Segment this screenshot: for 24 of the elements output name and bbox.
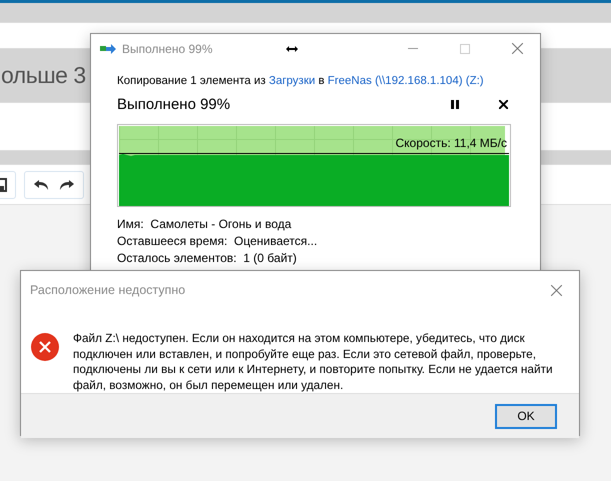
detail-line: Осталось элементов: 1 (0 байт) [117,251,298,265]
error-message: Файл Z:\ недоступен. Если он находится на этом компьютере, убедитесь, что диск подключен или вставлен, и попробуйте еще раз. Если это сетевой файл, проверьте, подключены ли вы к сети или к Интернету, и повторите попытку. Если не удается найти файл, возможно, он был перемещен или удален. [73,331,554,393]
close-icon [498,100,508,108]
redo-icon[interactable] [59,178,75,190]
window-title: Выполнено 99% [122,42,214,56]
resize-cursor-icon [286,44,298,52]
error-icon [31,333,59,361]
page-heading: ольше 3 [1,62,86,89]
folder-link[interactable]: FreeNas (\\192.168.1.104) (Z:) [328,75,484,87]
speed-label: Скорость: 11,4 МБ/с [396,136,507,150]
copy-summary: Копирование 1 элемента из Загрузки в FreeNas (\\192.168.1.104) (Z:) [117,75,485,87]
detail-line: Оставшееся время: Оценивается... [117,234,318,248]
progress-heading: Выполнено 99% [117,96,232,112]
undo-icon[interactable] [33,178,49,190]
maximize-icon [460,44,470,54]
detail-line: Имя: Самолеты - Огонь и вода [117,217,292,231]
close-icon [550,284,562,296]
ok-button[interactable]: OK [495,404,557,428]
minimize-icon [408,48,418,49]
close-icon [512,43,522,54]
window-title: Расположение недоступно [30,283,186,297]
copy-icon [100,44,116,54]
pause-icon [451,100,459,108]
folder-link[interactable]: Загрузки [268,75,316,87]
